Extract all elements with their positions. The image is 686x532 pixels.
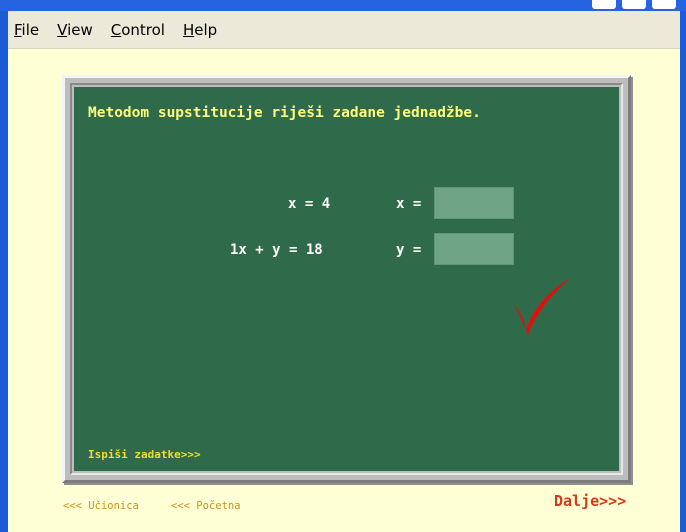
y-label: y = [396,242,422,258]
title-bar [0,0,686,11]
menu-control-mnemonic: C [110,20,122,39]
checkmark-icon [514,277,572,335]
x-label: x = [396,196,422,212]
minimize-button[interactable] [592,0,616,9]
y-answer-input[interactable] [434,233,514,265]
menu-view-mnemonic: V [57,20,68,39]
close-button[interactable] [652,0,676,9]
x-answer-input[interactable] [434,187,514,219]
next-link[interactable]: Dalje>>> [554,492,626,510]
menu-control-label: ontrol [121,20,165,39]
equation-2: 1x + y = 18 [230,242,323,258]
menu-help[interactable]: Help [183,21,217,39]
menu-view[interactable]: View [57,21,93,39]
menu-file-mnemonic: F [14,20,22,39]
maximize-button[interactable] [622,0,646,9]
menu-control[interactable]: Control [111,21,165,39]
home-link[interactable]: <<< Početna [171,500,241,512]
chalkboard-frame: Metodom supstitucije riješi zadane jedna… [62,75,631,483]
window-controls [592,0,676,9]
menu-file[interactable]: File [14,21,39,39]
menu-help-mnemonic: H [182,20,195,39]
chalkboard-frame-inner: Metodom supstitucije riješi zadane jedna… [70,83,623,475]
menu-bar: File View Control Help [8,11,680,49]
content-area: Metodom supstitucije riješi zadane jedna… [8,49,680,532]
menu-help-label: elp [194,20,218,39]
chalkboard: Metodom supstitucije riješi zadane jedna… [74,87,619,471]
task-instruction: Metodom supstitucije riješi zadane jedna… [88,105,481,121]
menu-view-label: iew [67,20,93,39]
menu-file-label: ile [21,20,40,39]
equation-1: x = 4 [288,196,331,212]
print-tasks-link[interactable]: Ispiši zadatke>>> [88,448,201,461]
classroom-link[interactable]: <<< Učionica [63,500,139,512]
